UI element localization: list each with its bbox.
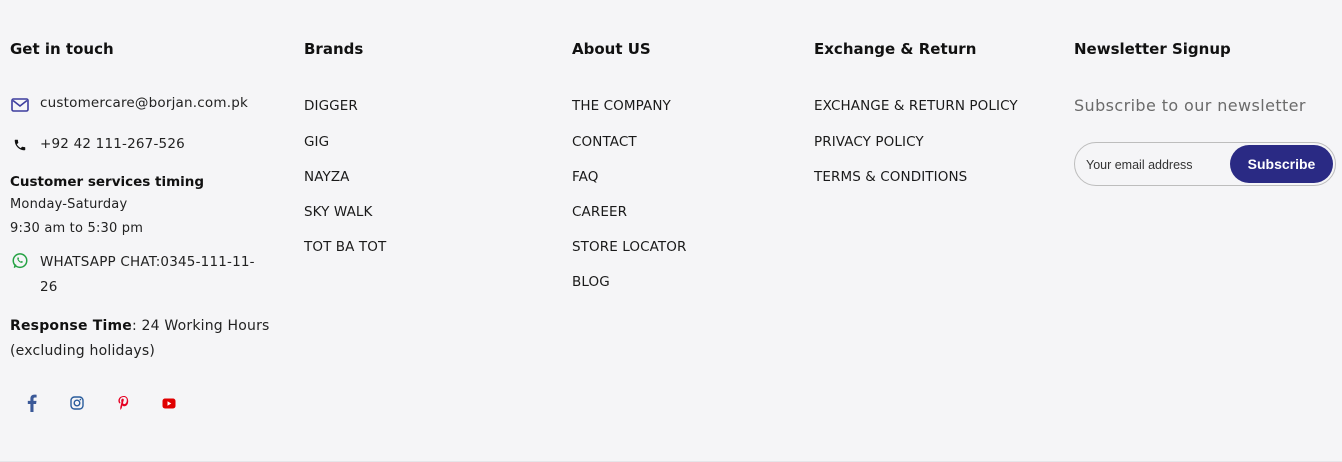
newsletter-heading: Newsletter Signup bbox=[1074, 40, 1231, 58]
mail-icon bbox=[11, 97, 29, 116]
get-in-touch-heading: Get in touch bbox=[10, 40, 114, 58]
brand-link-nayza[interactable]: NAYZA bbox=[304, 169, 350, 185]
timing-hours: 9:30 am to 5:30 pm bbox=[10, 221, 144, 236]
about-link-career[interactable]: CAREER bbox=[572, 204, 627, 220]
whatsapp-icon bbox=[11, 252, 29, 274]
response-time-text: Response Time: 24 Working Hours (excludi… bbox=[10, 314, 280, 364]
exchange-link-privacy-policy[interactable]: PRIVACY POLICY bbox=[814, 134, 924, 150]
newsletter-form: Subscribe bbox=[1074, 142, 1336, 186]
timing-days: Monday-Saturday bbox=[10, 197, 128, 212]
brand-link-tot-ba-tot[interactable]: TOT BA TOT bbox=[304, 239, 386, 255]
subscribe-button[interactable]: Subscribe bbox=[1230, 145, 1333, 183]
about-link-contact[interactable]: CONTACT bbox=[572, 134, 637, 150]
about-heading: About US bbox=[572, 40, 651, 58]
contact-phone-link[interactable]: +92 42 111-267-526 bbox=[40, 136, 185, 152]
brand-link-sky-walk[interactable]: SKY WALK bbox=[304, 204, 373, 220]
customer-services-timing-title: Customer services timing bbox=[10, 174, 205, 190]
phone-icon bbox=[13, 137, 27, 156]
brand-link-digger[interactable]: DIGGER bbox=[304, 98, 358, 114]
about-link-store-locator[interactable]: STORE LOCATOR bbox=[572, 239, 686, 255]
about-link-faq[interactable]: FAQ bbox=[572, 169, 598, 185]
facebook-icon[interactable] bbox=[21, 392, 43, 414]
response-time-label: Response Time bbox=[10, 318, 132, 334]
brands-heading: Brands bbox=[304, 40, 364, 58]
brand-link-gig[interactable]: GIG bbox=[304, 134, 329, 150]
whatsapp-chat-link-line1[interactable]: WHATSAPP CHAT:0345-111-11- bbox=[40, 254, 255, 270]
exchange-heading: Exchange & Return bbox=[814, 40, 977, 58]
pinterest-icon[interactable] bbox=[112, 392, 134, 414]
exchange-link-terms[interactable]: TERMS & CONDITIONS bbox=[814, 169, 967, 185]
instagram-icon[interactable] bbox=[66, 392, 88, 414]
exchange-link-return-policy[interactable]: EXCHANGE & RETURN POLICY bbox=[814, 98, 1018, 114]
youtube-icon[interactable] bbox=[158, 392, 180, 414]
about-link-the-company[interactable]: THE COMPANY bbox=[572, 98, 671, 114]
newsletter-email-input[interactable] bbox=[1084, 154, 1228, 176]
newsletter-subtitle: Subscribe to our newsletter bbox=[1074, 96, 1306, 115]
whatsapp-chat-link-line2[interactable]: 26 bbox=[40, 279, 58, 295]
about-link-blog[interactable]: BLOG bbox=[572, 274, 610, 290]
contact-email-link[interactable]: customercare@borjan.com.pk bbox=[40, 95, 248, 111]
